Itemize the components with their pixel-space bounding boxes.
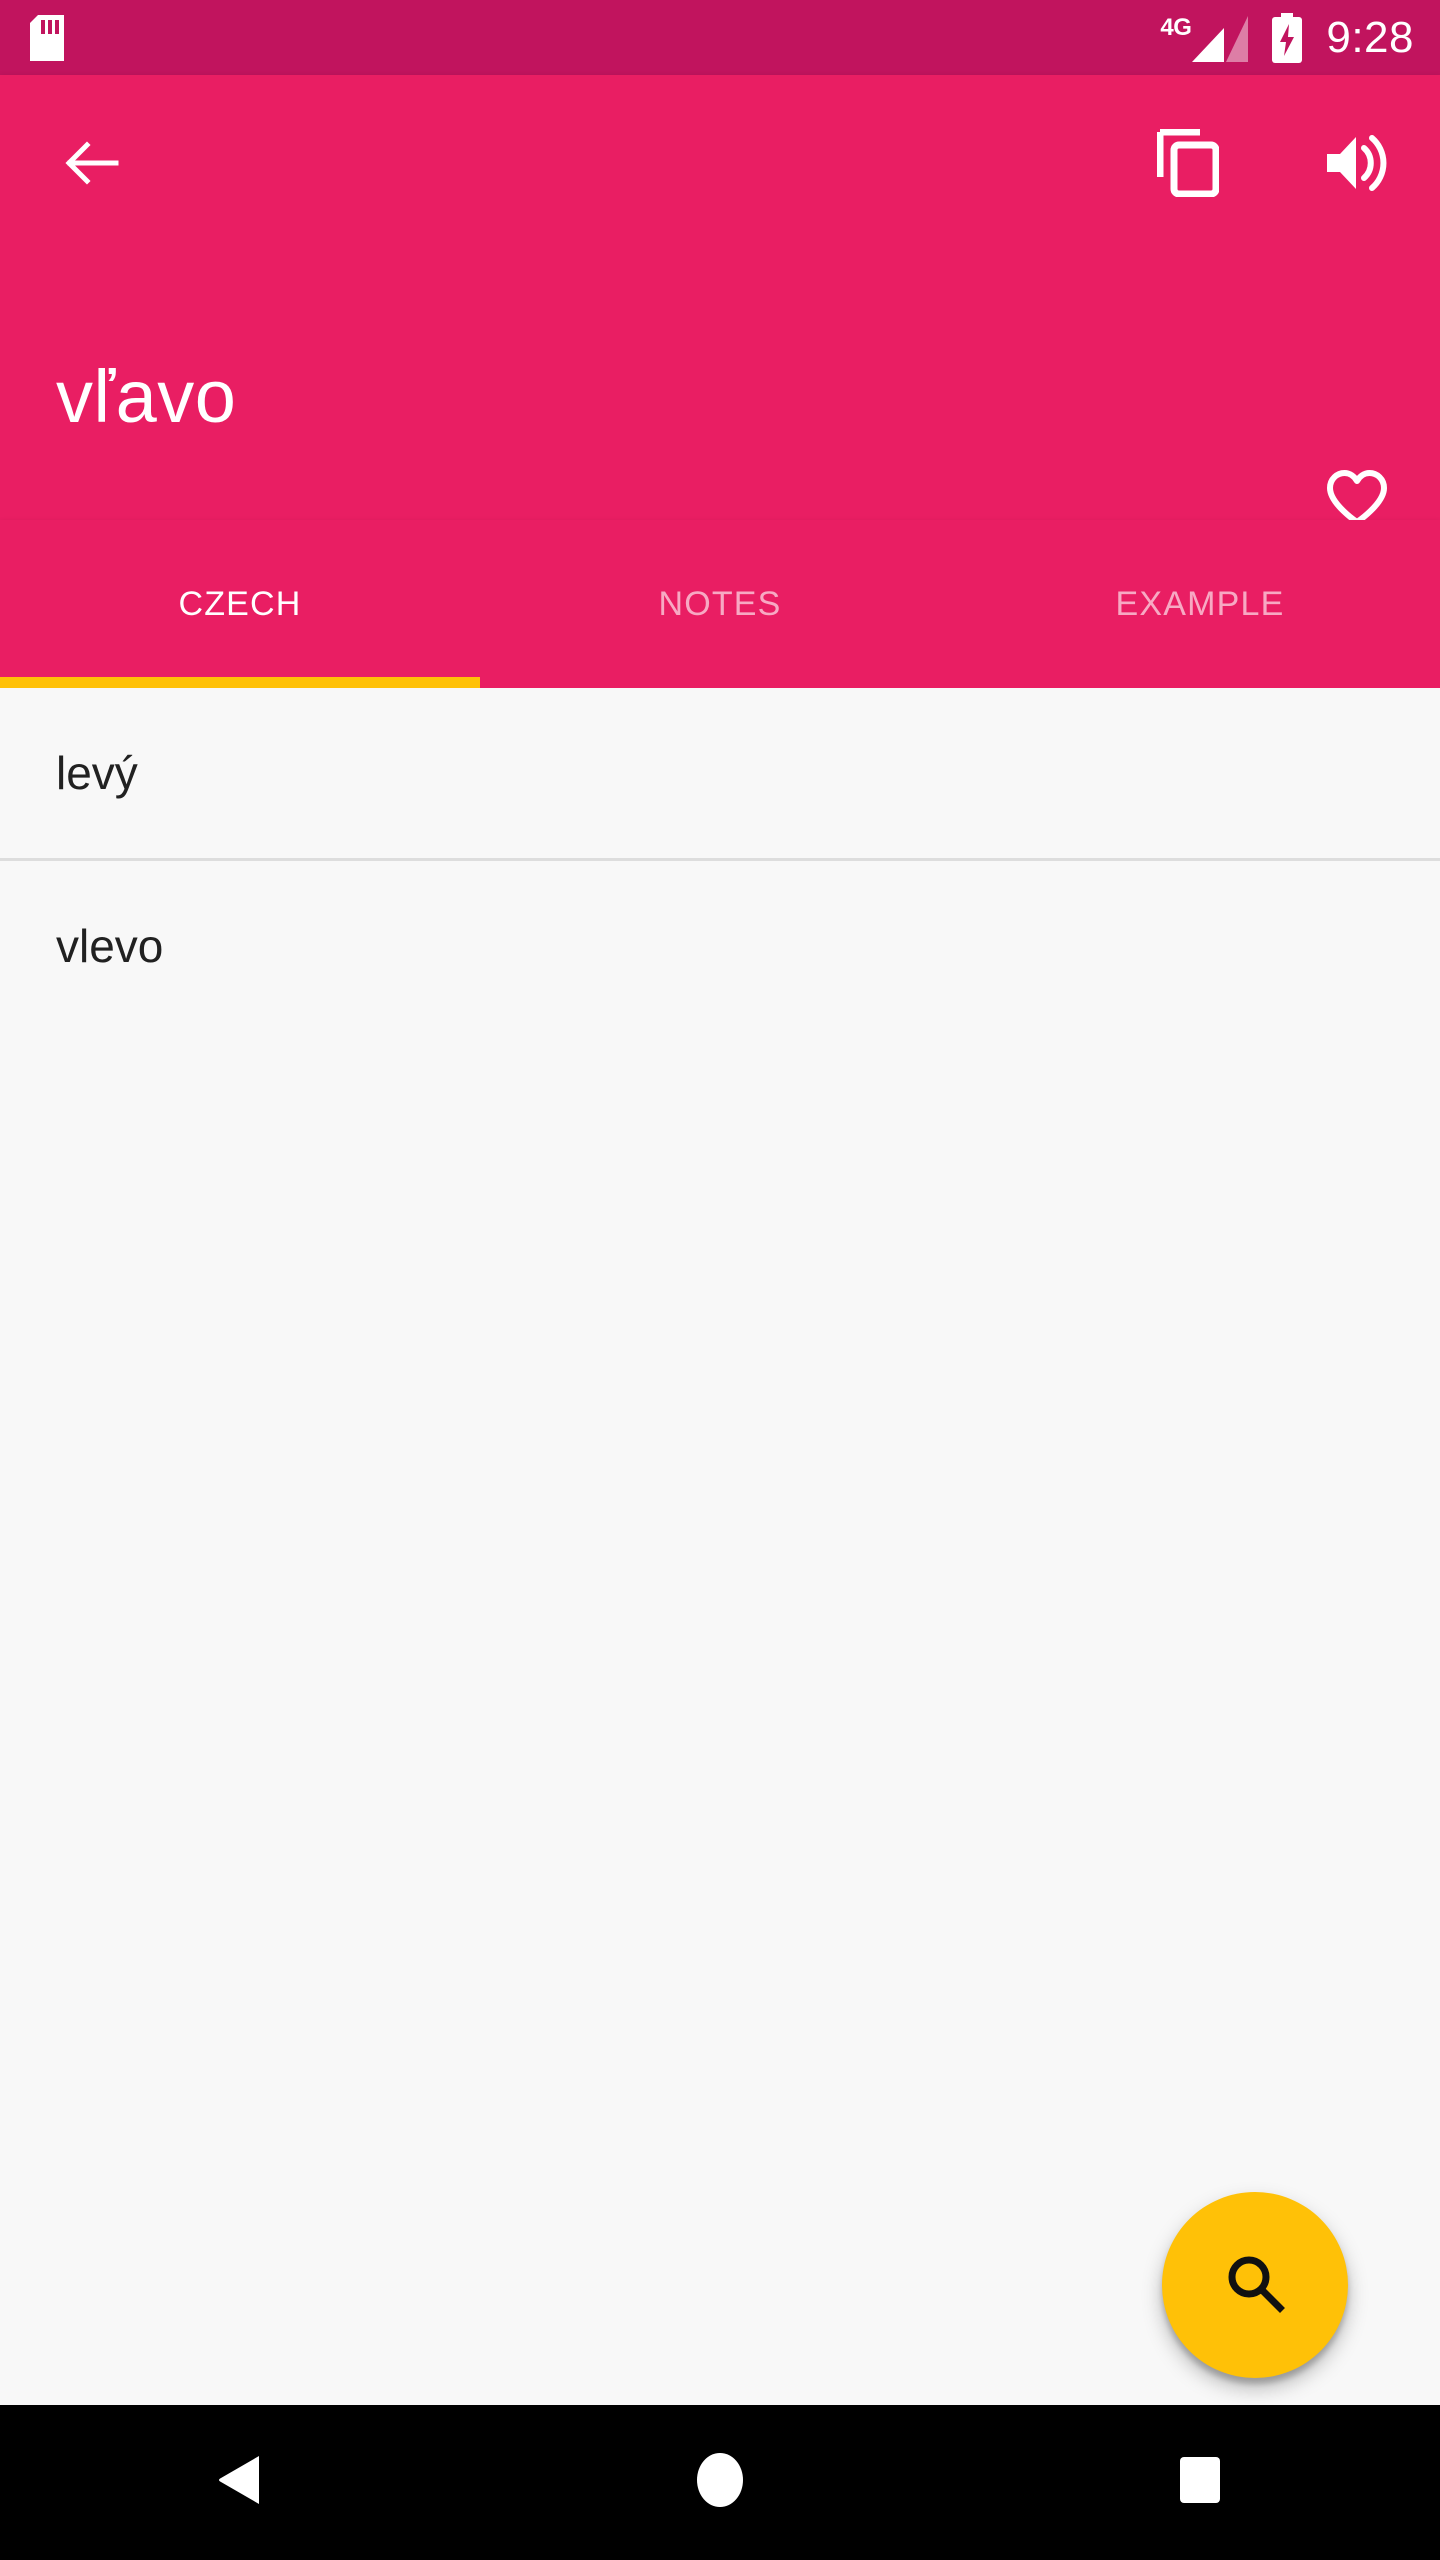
status-bar: 4G 9:28	[0, 0, 1440, 75]
nav-home-button[interactable]	[480, 2452, 960, 2513]
tab-czech[interactable]: CZECH	[0, 520, 480, 688]
app-screen: 4G 9:28 vľavo CZECH NOTES EXAMPLE levý v…	[0, 0, 1440, 2560]
tab-notes-label: NOTES	[658, 584, 782, 623]
search-fab[interactable]	[1162, 2192, 1348, 2378]
nav-recents-square-icon	[1174, 2454, 1226, 2511]
network-type-label: 4G	[1160, 13, 1192, 41]
list-item[interactable]: levý	[0, 688, 1440, 858]
sd-card-icon	[30, 14, 64, 61]
back-arrow-icon	[63, 135, 119, 196]
volume-up-icon	[1323, 132, 1389, 199]
copy-icon	[1156, 128, 1220, 202]
speaker-button[interactable]	[1316, 125, 1396, 205]
tab-bar: CZECH NOTES EXAMPLE	[0, 520, 1440, 688]
search-icon	[1224, 2252, 1286, 2319]
translation-text: vlevo	[56, 920, 164, 972]
nav-recents-button[interactable]	[960, 2454, 1440, 2511]
nav-back-triangle-icon	[215, 2452, 265, 2513]
status-bar-left	[30, 14, 64, 61]
status-bar-clock: 9:28	[1326, 12, 1414, 62]
copy-button[interactable]	[1148, 125, 1228, 205]
tab-example-label: EXAMPLE	[1115, 584, 1285, 623]
headword-title: vľavo	[56, 355, 237, 438]
signal-bars-icon	[1192, 15, 1249, 62]
back-button[interactable]	[52, 126, 130, 204]
app-bar-actions	[0, 75, 1440, 255]
battery-charging-icon	[1270, 12, 1304, 63]
nav-back-button[interactable]	[0, 2452, 480, 2513]
tab-example[interactable]: EXAMPLE	[960, 520, 1440, 688]
tab-czech-label: CZECH	[178, 584, 302, 623]
nav-home-circle-icon	[692, 2452, 748, 2513]
tab-notes[interactable]: NOTES	[480, 520, 960, 688]
app-bar: vľavo	[0, 75, 1440, 525]
system-nav-bar	[0, 2405, 1440, 2560]
signal-indicator: 4G	[1160, 14, 1249, 62]
status-bar-right: 4G 9:28	[1160, 12, 1414, 63]
list-item[interactable]: vlevo	[0, 861, 1440, 1031]
translation-text: levý	[56, 747, 138, 799]
translation-list: levý vlevo	[0, 688, 1440, 2405]
tab-active-indicator	[0, 677, 480, 688]
app-bar-right-actions	[1148, 125, 1396, 205]
